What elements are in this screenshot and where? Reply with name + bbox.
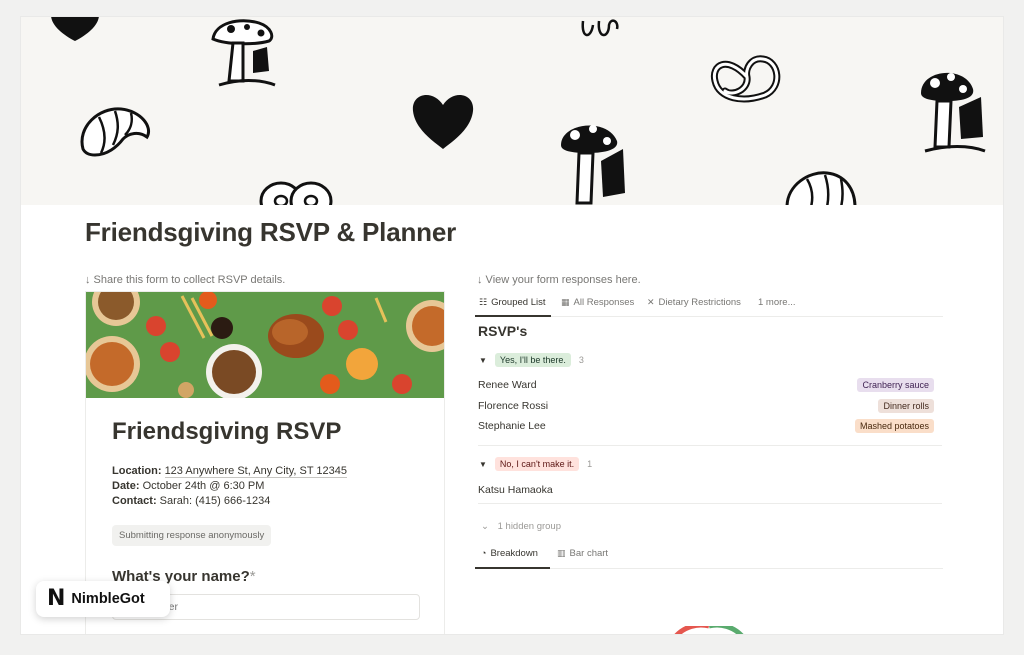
- guest-name: Stephanie Lee: [478, 420, 546, 432]
- tab-label: Bar chart: [569, 548, 609, 559]
- nimblegot-badge: N NimbleGot: [36, 581, 170, 617]
- mushroom-gnome-icon: [561, 125, 625, 205]
- bagel-icon: [259, 181, 333, 205]
- tab-grouped-list[interactable]: ☷ Grouped List: [475, 297, 551, 317]
- group-no-header[interactable]: ▼ No, I can't make it. 1: [479, 457, 592, 471]
- dish-tag: Mashed potatoes: [854, 419, 934, 433]
- guest-name: Katsu Hamaoka: [478, 484, 553, 496]
- view-tabs: ☷ Grouped List ▦ All Responses ✕ Dietary…: [475, 297, 943, 317]
- view-responses-hint: ↓ View your form responses here.: [477, 274, 641, 286]
- tab-label: All Responses: [573, 297, 635, 308]
- donut-slice-yes: [709, 626, 744, 634]
- date-line: Date: October 24th @ 6:30 PM: [112, 479, 422, 494]
- location-line: Location: 123 Anywhere St, Any City, ST …: [112, 464, 422, 479]
- table-icon: ▦: [561, 297, 570, 307]
- group-divider: [478, 503, 942, 504]
- tab-breakdown[interactable]: ◔ Breakdown: [475, 548, 550, 569]
- status-badge-no: No, I can't make it.: [494, 457, 580, 471]
- notion-page: Friendsgiving RSVP & Planner ↓ Share thi…: [21, 17, 1003, 634]
- location-label: Location:: [112, 465, 162, 477]
- guest-name: Renee Ward: [478, 379, 537, 391]
- utensils-icon: ✕: [647, 297, 655, 307]
- hidden-group-toggle[interactable]: ⌄ 1 hidden group: [481, 521, 561, 532]
- caret-down-icon[interactable]: ▼: [479, 460, 487, 469]
- table-row[interactable]: Renee Ward Cranberry sauce: [478, 376, 934, 396]
- table-row[interactable]: Stephanie Lee Mashed potatoes: [478, 417, 934, 437]
- chart-tabs: ◔ Breakdown ▥ Bar chart: [475, 548, 943, 569]
- group-count: 3: [578, 355, 584, 365]
- anonymous-note: Submitting response anonymously: [112, 525, 272, 546]
- chevron-down-icon: ⌄: [481, 521, 489, 532]
- heart-icon: [51, 17, 99, 41]
- contact-value: Sarah: (415) 666-1234: [159, 495, 271, 507]
- required-mark: *: [249, 568, 256, 585]
- tab-label: 1 more...: [758, 297, 796, 308]
- food-banner-image: [86, 292, 444, 398]
- tab-label: Breakdown: [490, 548, 538, 559]
- date-value: October 24th @ 6:30 PM: [142, 480, 265, 492]
- clock-icon: ◔: [481, 548, 487, 558]
- list-icon: ☷: [479, 297, 488, 307]
- table-row[interactable]: Katsu Hamaoka: [478, 481, 934, 501]
- tab-dietary-restrictions[interactable]: ✕ Dietary Restrictions: [647, 297, 741, 317]
- table-row[interactable]: Florence Rossi Dinner rolls: [478, 397, 934, 417]
- dish-tag: Dinner rolls: [878, 399, 934, 413]
- rsvps-heading: RSVP's: [478, 323, 528, 339]
- event-details: Location: 123 Anywhere St, Any City, ST …: [112, 464, 422, 509]
- tab-bar-chart[interactable]: ▥ Bar chart: [557, 548, 608, 569]
- squiggle-icon: [581, 19, 619, 37]
- breakdown-donut-chart: [674, 626, 744, 634]
- tab-more[interactable]: 1 more...: [758, 297, 796, 317]
- guest-name: Florence Rossi: [478, 400, 549, 412]
- page-title[interactable]: Friendsgiving RSVP & Planner: [85, 217, 456, 248]
- mushroom-gnome-icon: [211, 19, 276, 87]
- pretzel-icon: [710, 55, 781, 103]
- tab-all-responses[interactable]: ▦ All Responses: [561, 297, 634, 317]
- donut-slice-no: [674, 626, 709, 634]
- group-divider: [478, 445, 942, 446]
- group-count: 1: [587, 459, 593, 469]
- form-title: Friendsgiving RSVP: [112, 418, 342, 445]
- heart-icon: [412, 94, 474, 149]
- date-label: Date:: [112, 480, 140, 492]
- caret-down-icon[interactable]: ▼: [479, 356, 487, 365]
- page-cover[interactable]: [21, 17, 1003, 205]
- group-yes-header[interactable]: ▼ Yes, I'll be there. 3: [479, 353, 584, 367]
- nimblegot-wordmark: NimbleGot: [71, 591, 145, 607]
- status-badge-yes: Yes, I'll be there.: [494, 353, 571, 367]
- mushroom-gnome-icon: [921, 72, 986, 153]
- share-form-hint: ↓ Share this form to collect RSVP detail…: [85, 274, 286, 286]
- tab-label: Grouped List: [491, 297, 546, 308]
- contact-label: Contact:: [112, 495, 157, 507]
- croissant-icon: [785, 171, 857, 205]
- food-illustration: [86, 292, 444, 398]
- croissant-icon: [80, 107, 150, 157]
- nimblegot-logo: N: [47, 586, 66, 611]
- bar-chart-icon: ▥: [557, 548, 566, 558]
- tab-label: Dietary Restrictions: [658, 297, 741, 308]
- dish-tag: Cranberry sauce: [857, 378, 934, 392]
- hidden-group-label: 1 hidden group: [497, 521, 561, 532]
- location-value[interactable]: 123 Anywhere St, Any City, ST 12345: [164, 465, 347, 478]
- contact-line: Contact: Sarah: (415) 666-1234: [112, 494, 422, 509]
